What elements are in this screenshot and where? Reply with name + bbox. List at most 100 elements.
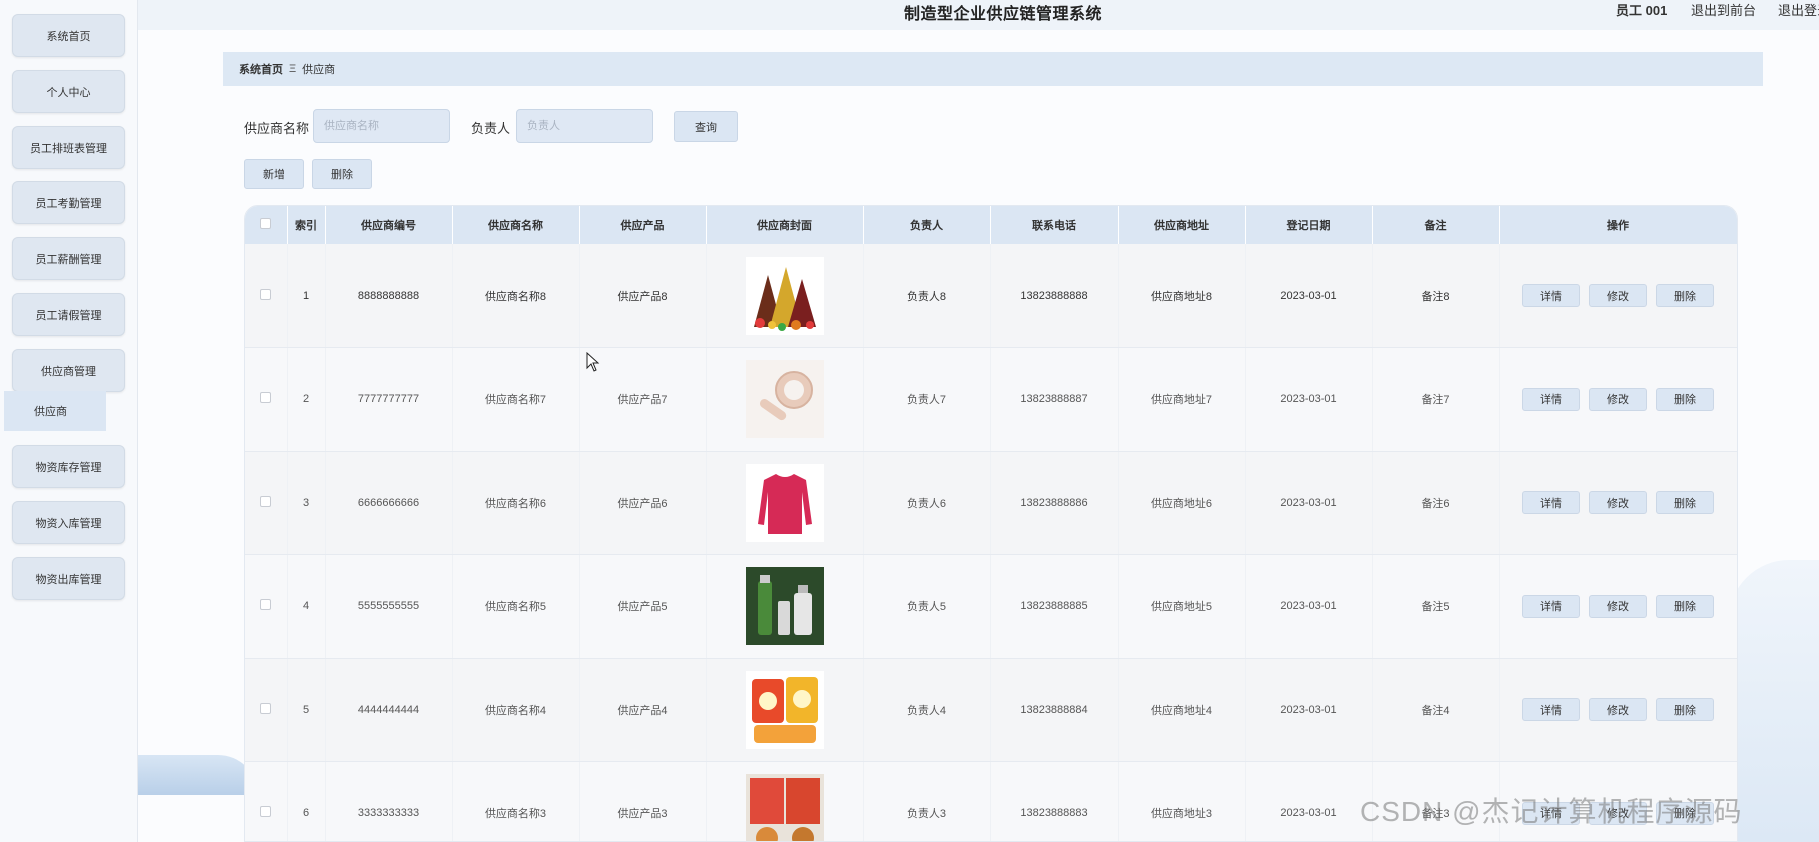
cell-note: 备注4 bbox=[1372, 658, 1500, 762]
row-select-cell[interactable] bbox=[245, 554, 288, 659]
back-to-front-link[interactable]: 退出到前台 bbox=[1691, 0, 1756, 19]
submenu-item-supplier[interactable]: 供应商 bbox=[4, 391, 106, 431]
sidebar-item-profile[interactable]: 个人中心 bbox=[12, 70, 125, 113]
sidebar-item-schedule[interactable]: 员工排班表管理 bbox=[12, 126, 125, 169]
row-select-cell[interactable] bbox=[245, 244, 288, 348]
row-checkbox[interactable] bbox=[260, 702, 272, 714]
query-button[interactable]: 查询 bbox=[674, 111, 738, 142]
column-header: 供应商封面 bbox=[706, 206, 864, 244]
sidebar: 系统首页 个人中心 员工排班表管理 员工考勤管理 员工薪酬管理 员工请假管理 供… bbox=[0, 0, 138, 842]
row-checkbox[interactable] bbox=[260, 806, 272, 818]
edit-button[interactable]: 修改 bbox=[1589, 284, 1647, 307]
cell-date: 2023-03-01 bbox=[1245, 761, 1373, 841]
row-checkbox[interactable] bbox=[260, 495, 272, 507]
cell-ops: 详情 修改 删除 bbox=[1499, 347, 1737, 452]
cell-index: 1 bbox=[287, 244, 326, 348]
sidebar-item-stock-in[interactable]: 物资入库管理 bbox=[12, 501, 125, 544]
edit-button[interactable]: 修改 bbox=[1589, 594, 1647, 618]
delete-button[interactable]: 删除 bbox=[312, 159, 372, 189]
table-row: 5 4444444444 供应商名称4 供应产品4 负责人4 13823888884 供应商… bbox=[245, 658, 1737, 762]
table-row: 1 8888888888 供应商名称8 供应产品8 负责人8 13823888888 供应商… bbox=[245, 244, 1737, 348]
supplier-name-input[interactable] bbox=[313, 109, 450, 143]
cell-code: 7777777777 bbox=[325, 347, 453, 452]
submenu-item-label: 供应商 bbox=[34, 406, 67, 418]
sidebar-item-stock-out[interactable]: 物资出库管理 bbox=[12, 557, 125, 600]
row-select-cell[interactable] bbox=[245, 658, 288, 762]
row-select-cell[interactable] bbox=[245, 347, 288, 452]
row-checkbox[interactable] bbox=[260, 392, 272, 404]
row-select-cell[interactable] bbox=[245, 451, 288, 555]
cell-date: 2023-03-01 bbox=[1245, 554, 1373, 659]
column-header: 供应商编号 bbox=[325, 206, 453, 244]
sidebar-item-label: 物资出库管理 bbox=[35, 573, 102, 586]
detail-button[interactable]: 详情 bbox=[1522, 387, 1580, 411]
logout-link[interactable]: 退出登录 bbox=[1778, 0, 1819, 19]
sidebar-item-leave[interactable]: 员工请假管理 bbox=[12, 293, 125, 336]
sidebar-item-salary[interactable]: 员工薪酬管理 bbox=[12, 237, 125, 280]
detail-button[interactable]: 详情 bbox=[1522, 284, 1580, 307]
cell-phone: 13823888888 bbox=[990, 244, 1119, 348]
row-delete-button[interactable]: 删除 bbox=[1656, 491, 1714, 515]
column-header: 供应产品 bbox=[579, 206, 707, 244]
add-button[interactable]: 新增 bbox=[244, 159, 304, 189]
sidebar-item-home[interactable]: 系统首页 bbox=[12, 14, 125, 57]
row-delete-button[interactable]: 删除 bbox=[1656, 594, 1714, 618]
person-input[interactable] bbox=[516, 109, 653, 143]
sidebar-item-attendance[interactable]: 员工考勤管理 bbox=[12, 181, 125, 224]
cell-index: 2 bbox=[287, 347, 326, 452]
sidebar-item-label: 系统首页 bbox=[46, 30, 91, 43]
sidebar-item-label: 员工请假管理 bbox=[35, 309, 102, 322]
row-delete-button[interactable]: 删除 bbox=[1656, 387, 1714, 411]
edit-button[interactable]: 修改 bbox=[1589, 387, 1647, 411]
cell-product: 供应产品3 bbox=[579, 761, 707, 841]
cell-product: 供应产品5 bbox=[579, 554, 707, 659]
cell-index: 4 bbox=[287, 554, 326, 659]
watermark: CSDN @杰记计算机程序源码 bbox=[1360, 796, 1743, 827]
cell-note: 备注8 bbox=[1372, 244, 1500, 348]
detail-button[interactable]: 详情 bbox=[1522, 491, 1580, 515]
breadcrumb-home[interactable]: 系统首页 bbox=[239, 61, 283, 77]
select-all-checkbox[interactable] bbox=[260, 218, 272, 229]
detail-button[interactable]: 详情 bbox=[1522, 698, 1580, 722]
sidebar-item-label: 员工考勤管理 bbox=[35, 197, 102, 210]
breadcrumb-current: 供应商 bbox=[302, 64, 336, 76]
row-actions: 详情 修改 删除 bbox=[1500, 491, 1737, 515]
cell-address: 供应商地址7 bbox=[1118, 347, 1246, 452]
cell-note: 备注7 bbox=[1372, 347, 1500, 452]
cell-person: 负责人3 bbox=[863, 761, 991, 841]
row-checkbox[interactable] bbox=[260, 599, 272, 611]
cell-date: 2023-03-01 bbox=[1245, 658, 1373, 762]
row-delete-button[interactable]: 删除 bbox=[1656, 284, 1714, 307]
cell-name: 供应商名称8 bbox=[452, 244, 580, 348]
chocolate-cover bbox=[707, 256, 863, 335]
table-header-row: 索引 供应商编号 供应商名称 供应产品 供应商封面 负责人 联系电话 供应商地址… bbox=[245, 206, 1737, 244]
cell-cover bbox=[706, 347, 864, 452]
cell-address: 供应商地址4 bbox=[1118, 658, 1246, 762]
cell-date: 2023-03-01 bbox=[1245, 347, 1373, 452]
detail-button[interactable]: 详情 bbox=[1522, 594, 1580, 618]
edit-button[interactable]: 修改 bbox=[1589, 491, 1647, 515]
row-select-cell[interactable] bbox=[245, 761, 288, 841]
cell-name: 供应商名称5 bbox=[452, 554, 580, 659]
egg-separator-cover bbox=[707, 360, 863, 439]
select-all-header[interactable] bbox=[245, 206, 288, 244]
cell-code: 5555555555 bbox=[325, 554, 453, 659]
sidebar-item-label: 个人中心 bbox=[46, 86, 91, 99]
cell-ops: 详情 修改 删除 bbox=[1499, 658, 1737, 762]
sidebar-item-supplier-mgmt[interactable]: 供应商管理 bbox=[12, 349, 125, 392]
sidebar-item-label: 员工排班表管理 bbox=[30, 142, 107, 155]
row-delete-button[interactable]: 删除 bbox=[1656, 698, 1714, 722]
cell-address: 供应商地址8 bbox=[1118, 244, 1246, 348]
edit-button[interactable]: 修改 bbox=[1589, 698, 1647, 722]
cell-product: 供应产品6 bbox=[579, 451, 707, 555]
mouse-cursor-icon bbox=[586, 352, 600, 372]
cell-note: 备注6 bbox=[1372, 451, 1500, 555]
breadcrumb-separator: Ξ bbox=[289, 63, 297, 75]
cell-person: 负责人5 bbox=[863, 554, 991, 659]
sidebar-item-label: 物资库存管理 bbox=[35, 461, 102, 474]
column-header: 登记日期 bbox=[1245, 206, 1373, 244]
cell-code: 6666666666 bbox=[325, 451, 453, 555]
sidebar-item-inventory[interactable]: 物资库存管理 bbox=[12, 445, 125, 488]
row-checkbox[interactable] bbox=[260, 288, 272, 300]
food-pack-cover bbox=[707, 774, 863, 841]
